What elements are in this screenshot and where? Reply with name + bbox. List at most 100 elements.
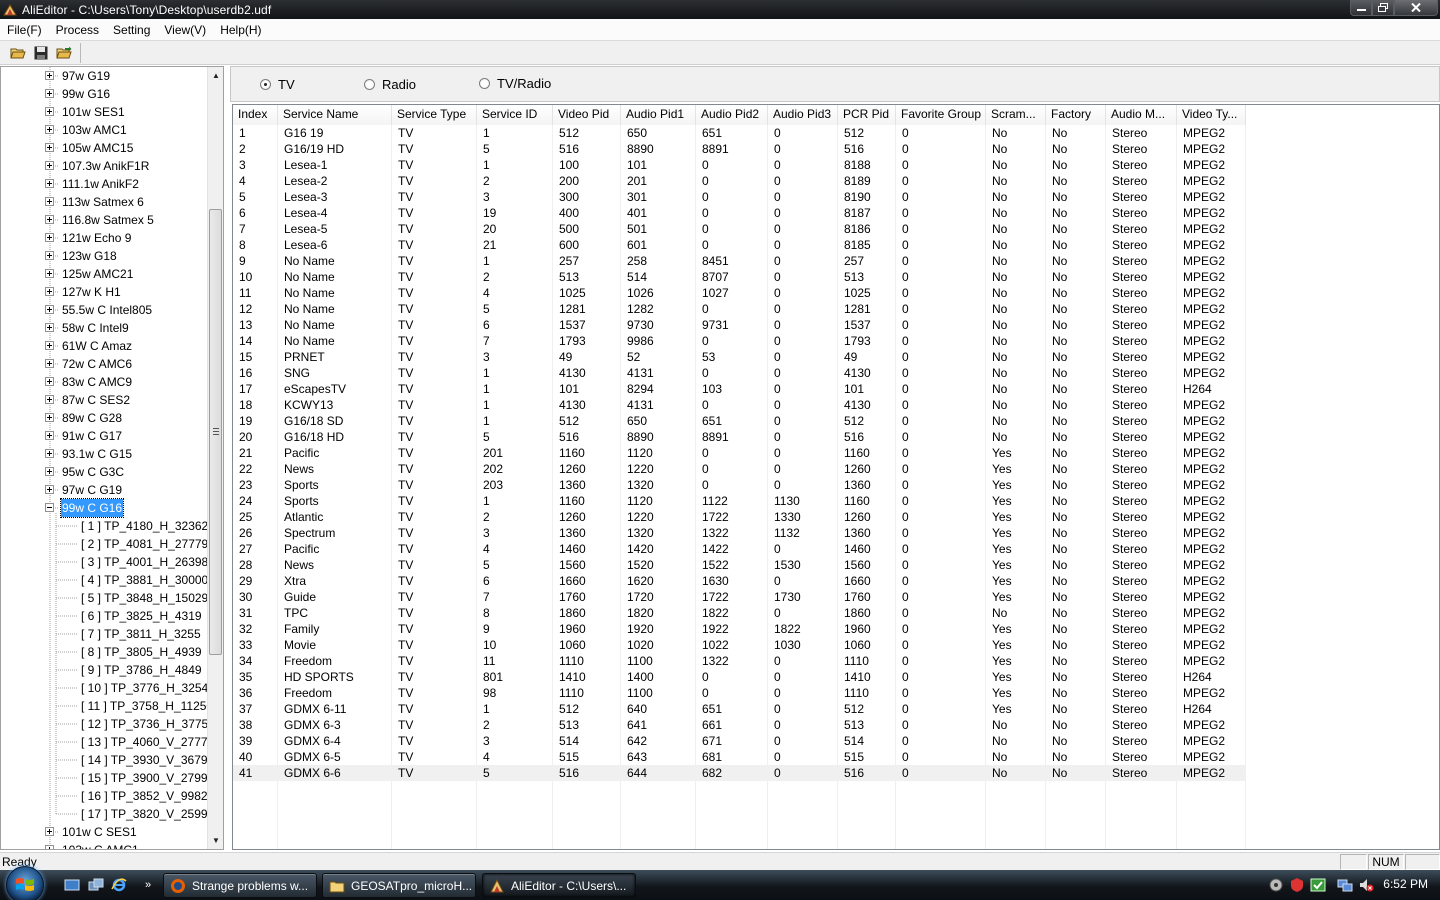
tree-node-satellite[interactable]: 101w C SES1: [1, 823, 208, 841]
column-header-video-type[interactable]: Video Ty...: [1177, 105, 1246, 125]
table-row[interactable]: 16 SNG TV 1 4130 4131 0 0 4130 0 No No Stereo MPEG2: [233, 365, 1246, 381]
expand-plus-icon[interactable]: [45, 71, 54, 80]
title-bar[interactable]: AliEditor - C:\Users\Tony\Desktop\userdb…: [0, 0, 1440, 19]
expand-plus-icon[interactable]: [45, 413, 54, 422]
collapse-minus-icon[interactable]: [45, 503, 54, 512]
tree-node-satellite[interactable]: 55.5w C Intel805: [1, 301, 208, 319]
tree-node-satellite[interactable]: 87w C SES2: [1, 391, 208, 409]
tree-node-label[interactable]: 103w C AMC1: [61, 841, 140, 849]
tree-node-label[interactable]: 99w G16: [61, 85, 111, 103]
tree-node-transponder[interactable]: [ 17 ] TP_3820_V_25999: [1, 805, 208, 823]
tree-node-label-transponder[interactable]: [ 16 ] TP_3852_V_9982: [80, 787, 208, 805]
tree-node-satellite[interactable]: 127w K H1: [1, 283, 208, 301]
table-row[interactable]: 29 Xtra TV 6 1660 1620 1630 0 1660 0 Yes No Stereo MP…: [233, 573, 1246, 589]
radio-selected-icon[interactable]: [260, 79, 271, 90]
table-row[interactable]: 39 GDMX 6-4 TV 3 514 642 671 0 514 0 No No Stereo MPE…: [233, 733, 1246, 749]
tree-node-transponder[interactable]: [ 16 ] TP_3852_V_9982: [1, 787, 208, 805]
tree-node-label[interactable]: 55.5w C Intel805: [61, 301, 153, 319]
tree-node-label[interactable]: 116.8w Satmex 5: [61, 211, 155, 229]
radio-unselected-icon[interactable]: [364, 79, 375, 90]
table-row[interactable]: 3 Lesea-1 TV 1 100 101 0 0 8188 0 No No Stereo MPEG2: [233, 157, 1246, 173]
tree-node-label[interactable]: 72w C AMC6: [61, 355, 133, 373]
tree-node-label-transponder[interactable]: [ 10 ] TP_3776_H_3254: [80, 679, 208, 697]
table-row[interactable]: 4 Lesea-2 TV 2 200 201 0 0 8189 0 No No Stereo MPEG2: [233, 173, 1246, 189]
column-header-audio-pid2[interactable]: Audio Pid2: [696, 105, 768, 125]
expand-plus-icon[interactable]: [45, 179, 54, 188]
tree-node-satellite[interactable]: 123w G18: [1, 247, 208, 265]
close-button[interactable]: [1394, 0, 1438, 16]
tree-node-satellite[interactable]: 101w SES1: [1, 103, 208, 121]
expand-plus-icon[interactable]: [45, 251, 54, 260]
table-row[interactable]: 6 Lesea-4 TV 19 400 401 0 0 8187 0 No No Stereo MPEG2: [233, 205, 1246, 221]
tree-node-label[interactable]: 125w AMC21: [61, 265, 134, 283]
tree-node-label-transponder[interactable]: [ 3 ] TP_4001_H_26398: [80, 553, 208, 571]
column-header-service-type[interactable]: Service Type: [392, 105, 477, 125]
tree-node-satellite[interactable]: 103w C AMC1: [1, 841, 208, 849]
menu-file[interactable]: File(F): [0, 20, 49, 40]
tree-node-satellite[interactable]: 99w G16: [1, 85, 208, 103]
taskbar-button-firefox[interactable]: Strange problems w...: [163, 873, 317, 898]
table-row[interactable]: 15 PRNET TV 3 49 52 53 0 49 0 No No Stereo MPEG2: [233, 349, 1246, 365]
tree-node-label-transponder[interactable]: [ 14 ] TP_3930_V_3679: [80, 751, 208, 769]
tree-node-label[interactable]: 89w C G28: [61, 409, 123, 427]
tree-node-satellite[interactable]: 99w C G16: [1, 498, 208, 518]
tree-node-transponder[interactable]: [ 5 ] TP_3848_H_15029: [1, 589, 208, 607]
tree-node-label[interactable]: 123w G18: [61, 247, 118, 265]
tree-node-label[interactable]: 83w C AMC9: [61, 373, 133, 391]
tree-node-satellite[interactable]: 97w G19: [1, 67, 208, 85]
table-row[interactable]: 27 Pacific TV 4 1460 1420 1422 0 1460 0 Yes No Stere…: [233, 541, 1246, 557]
tree-node-label-transponder[interactable]: [ 8 ] TP_3805_H_4939: [80, 643, 203, 661]
tvradio-radio-option[interactable]: TV/Radio: [479, 76, 551, 91]
tree-node-satellite[interactable]: 113w Satmex 6: [1, 193, 208, 211]
table-row[interactable]: 41 GDMX 6-6 TV 5 516 644 682 0 516 0 No No Stereo MPE…: [233, 765, 1246, 781]
tree-node-label-transponder[interactable]: [ 11 ] TP_3758_H_11250: [80, 697, 208, 715]
expand-plus-icon[interactable]: [45, 395, 54, 404]
tree-node-satellite[interactable]: 121w Echo 9: [1, 229, 208, 247]
tree-node-satellite[interactable]: 61W C Amaz: [1, 337, 208, 355]
tree-node-transponder[interactable]: [ 6 ] TP_3825_H_4319: [1, 607, 208, 625]
scroll-down-arrow-icon[interactable]: ▼: [208, 832, 223, 849]
tree-node-transponder[interactable]: [ 1 ] TP_4180_H_32362: [1, 517, 208, 535]
radio-unselected-icon[interactable]: [479, 78, 490, 89]
tree-node-label[interactable]: 121w Echo 9: [61, 229, 132, 247]
scroll-thumb[interactable]: [209, 209, 222, 655]
expand-plus-icon[interactable]: [45, 467, 54, 476]
expand-plus-icon[interactable]: [45, 269, 54, 278]
tree-node-label-transponder[interactable]: [ 4 ] TP_3881_H_30000: [80, 571, 208, 589]
tree-node-label[interactable]: 87w C SES2: [61, 391, 131, 409]
save-button[interactable]: [30, 43, 52, 63]
tv-radio-option[interactable]: TV: [260, 77, 295, 92]
table-row[interactable]: 2 G16/19 HD TV 5 516 8890 8891 0 516 0 No No Stereo M…: [233, 141, 1246, 157]
tree-node-label-transponder[interactable]: [ 9 ] TP_3786_H_4849: [80, 661, 203, 679]
expand-plus-icon[interactable]: [45, 485, 54, 494]
tree-node-label-transponder[interactable]: [ 1 ] TP_4180_H_32362: [80, 517, 208, 535]
tree-node-transponder[interactable]: [ 7 ] TP_3811_H_3255: [1, 625, 208, 643]
tree-node-label[interactable]: 58w C Intel9: [61, 319, 130, 337]
expand-plus-icon[interactable]: [45, 233, 54, 242]
tree-node-transponder[interactable]: [ 11 ] TP_3758_H_11250: [1, 697, 208, 715]
expand-plus-icon[interactable]: [45, 197, 54, 206]
table-row[interactable]: 17 eScapesTV TV 1 101 8294 103 0 101 0 No No Stereo H…: [233, 381, 1246, 397]
tree-node-transponder[interactable]: [ 3 ] TP_4001_H_26398: [1, 553, 208, 571]
quick-launch-expand-icon[interactable]: »: [140, 877, 156, 893]
start-button[interactable]: [6, 866, 44, 900]
open-button[interactable]: [7, 43, 29, 63]
tree-node-transponder[interactable]: [ 14 ] TP_3930_V_3679: [1, 751, 208, 769]
expand-plus-icon[interactable]: [45, 143, 54, 152]
expand-plus-icon[interactable]: [45, 377, 54, 386]
tree-node-transponder[interactable]: [ 13 ] TP_4060_V_27779: [1, 733, 208, 751]
table-row[interactable]: 31 TPC TV 8 1860 1820 1822 0 1860 0 No No Stereo MPEG…: [233, 605, 1246, 621]
table-row[interactable]: 30 Guide TV 7 1760 1720 1722 1730 1760 0 Yes No Ster…: [233, 589, 1246, 605]
tree-node-label-transponder[interactable]: [ 15 ] TP_3900_V_27999: [80, 769, 208, 787]
internet-explorer-icon[interactable]: [111, 877, 127, 893]
tree-node-label[interactable]: 111.1w AnikF2: [61, 175, 140, 193]
show-desktop-icon[interactable]: [64, 877, 80, 893]
column-header-audio-pid3[interactable]: Audio Pid3: [768, 105, 838, 125]
expand-plus-icon[interactable]: [45, 89, 54, 98]
tree-node-satellite[interactable]: 58w C Intel9: [1, 319, 208, 337]
table-row[interactable]: 36 Freedom TV 98 1110 1100 0 0 1110 0 Yes No Stereo M…: [233, 685, 1246, 701]
table-row[interactable]: 7 Lesea-5 TV 20 500 501 0 0 8186 0 No No Stereo MPEG2: [233, 221, 1246, 237]
maximize-button[interactable]: [1372, 0, 1394, 16]
expand-plus-icon[interactable]: [45, 161, 54, 170]
tree-vertical-scrollbar[interactable]: ▲ ▼: [207, 67, 223, 849]
